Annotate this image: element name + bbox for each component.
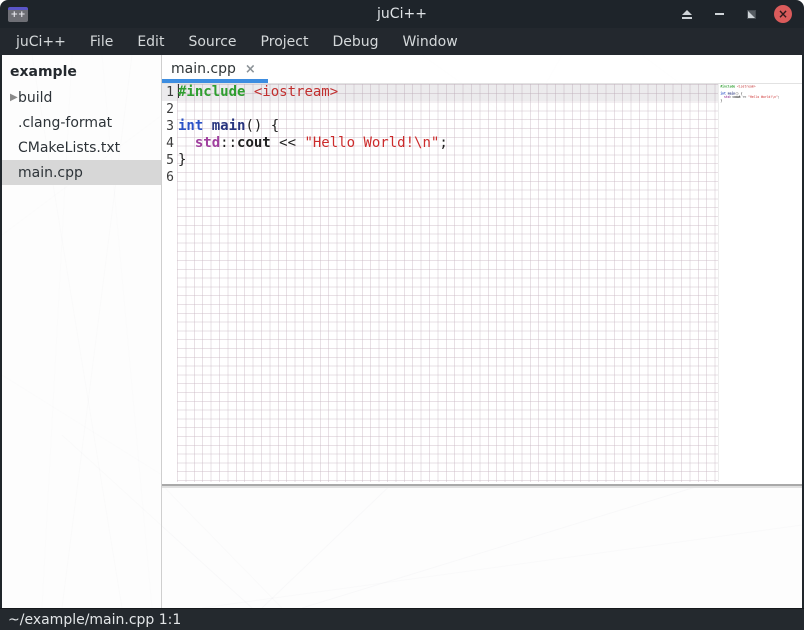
- tree-item-label: main.cpp: [18, 165, 83, 181]
- token-plain: <<: [271, 135, 305, 152]
- statusbar: ~/example/main.cpp 1:1: [0, 608, 804, 630]
- token-plain: }: [720, 99, 722, 103]
- tab-main-cpp[interactable]: main.cpp ×: [162, 55, 268, 83]
- restore-button[interactable]: [742, 5, 760, 23]
- token-plain: ::: [220, 135, 237, 152]
- tree-item-build[interactable]: ▶build: [2, 85, 161, 110]
- tab-close-icon[interactable]: ×: [245, 62, 256, 77]
- minimap[interactable]: #include <iostream>int main() { std::cou…: [718, 84, 802, 482]
- token-emphasis: cout: [237, 135, 271, 152]
- tree-item-cmakelists-txt[interactable]: CMakeLists.txt: [2, 135, 161, 160]
- code-line-2: 2: [162, 101, 718, 118]
- close-icon: ×: [778, 8, 788, 20]
- project-name: example: [2, 59, 161, 85]
- menubar-item-debug[interactable]: Debug: [323, 30, 387, 54]
- window-controls: ×: [678, 5, 804, 23]
- app-logo-icon: ++: [8, 7, 28, 22]
- token-plain: [203, 118, 211, 135]
- token-include-path: <iostream>: [254, 84, 338, 101]
- token-emphasis: cout: [733, 95, 740, 99]
- token-plain: <<: [741, 95, 748, 99]
- line-number: 6: [162, 169, 174, 186]
- tabbar: main.cpp ×: [162, 55, 802, 84]
- menubar-item-file[interactable]: File: [81, 30, 122, 54]
- menubar-item-window[interactable]: Window: [394, 30, 467, 54]
- close-button[interactable]: ×: [774, 5, 792, 23]
- menubar-item-juci[interactable]: juCi++: [7, 30, 75, 54]
- expander-arrow-icon[interactable]: ▶: [2, 92, 18, 103]
- menubar-item-source[interactable]: Source: [179, 30, 245, 54]
- minimize-icon: [715, 13, 724, 15]
- tree-item-clang-format[interactable]: .clang-format: [2, 110, 161, 135]
- token-plain: () {: [245, 118, 279, 135]
- token-function: main: [212, 118, 246, 135]
- code-line-3: 3int main() {: [162, 118, 718, 135]
- token-plain: ;: [439, 135, 447, 152]
- token-plain: [178, 135, 195, 152]
- token-string: "Hello World!\n": [748, 95, 778, 99]
- eject-icon: [682, 10, 692, 19]
- token-plain: [245, 84, 253, 101]
- tree-item-label: build: [18, 90, 52, 106]
- code-editor[interactable]: 1#include <iostream>23int main() {4 std:…: [162, 84, 802, 482]
- code-lines: 1#include <iostream>23int main() {4 std:…: [162, 84, 718, 186]
- line-number: 5: [162, 152, 174, 169]
- titlebar[interactable]: ++ juCi++ ×: [0, 0, 804, 28]
- code-line-6: 6: [162, 169, 718, 186]
- eject-button[interactable]: [678, 5, 696, 23]
- code-line-1: 1#include <iostream>: [162, 84, 718, 101]
- content-area: example ▶build .clang-format CMakeLists.tx…: [0, 55, 804, 608]
- line-number: 1: [162, 84, 174, 101]
- line-number: 3: [162, 118, 174, 135]
- line-number: 2: [162, 101, 174, 118]
- file-tree: ▶build .clang-format CMakeLists.txt main.cp…: [2, 85, 161, 185]
- code-line-5: 5}: [162, 152, 718, 169]
- menubar-item-edit[interactable]: Edit: [128, 30, 173, 54]
- token-keyword: int: [178, 118, 203, 135]
- tree-item-label: .clang-format: [18, 115, 112, 131]
- minimize-button[interactable]: [710, 5, 728, 23]
- token-plain: ;: [778, 95, 780, 99]
- token-include-path: <iostream>: [737, 85, 756, 89]
- menubar-item-project[interactable]: Project: [252, 30, 318, 54]
- juci-window: ++ juCi++ × juCi++FileEditSource ProjectD…: [0, 0, 804, 630]
- token-plain: }: [178, 152, 186, 169]
- line-number: 4: [162, 135, 174, 152]
- tab-label: main.cpp: [171, 61, 236, 77]
- menubar: juCi++FileEditSource ProjectDebug Window: [0, 28, 804, 55]
- code-line-6: [720, 102, 802, 106]
- token-string: "Hello World!\n": [304, 135, 439, 152]
- code-line-4: 4 std::cout << "Hello World!\n";: [162, 135, 718, 152]
- token-namespace: std: [195, 135, 220, 152]
- terminal-panel[interactable]: [162, 488, 802, 608]
- statusbar-path: ~/example/main.cpp 1:1: [8, 612, 181, 628]
- restore-icon: [747, 10, 756, 19]
- tree-item-label: CMakeLists.txt: [18, 140, 120, 156]
- editor-column: main.cpp× 1#include <iostream>23int main…: [162, 55, 802, 608]
- token-preprocessor: #include: [178, 84, 245, 101]
- token-preprocessor: #include: [720, 85, 735, 89]
- project-sidebar: example ▶build .clang-format CMakeLists.tx…: [2, 55, 162, 608]
- minimap-content: #include <iostream>int main() { std::cou…: [719, 84, 802, 106]
- tree-item-main-cpp[interactable]: main.cpp: [2, 160, 161, 185]
